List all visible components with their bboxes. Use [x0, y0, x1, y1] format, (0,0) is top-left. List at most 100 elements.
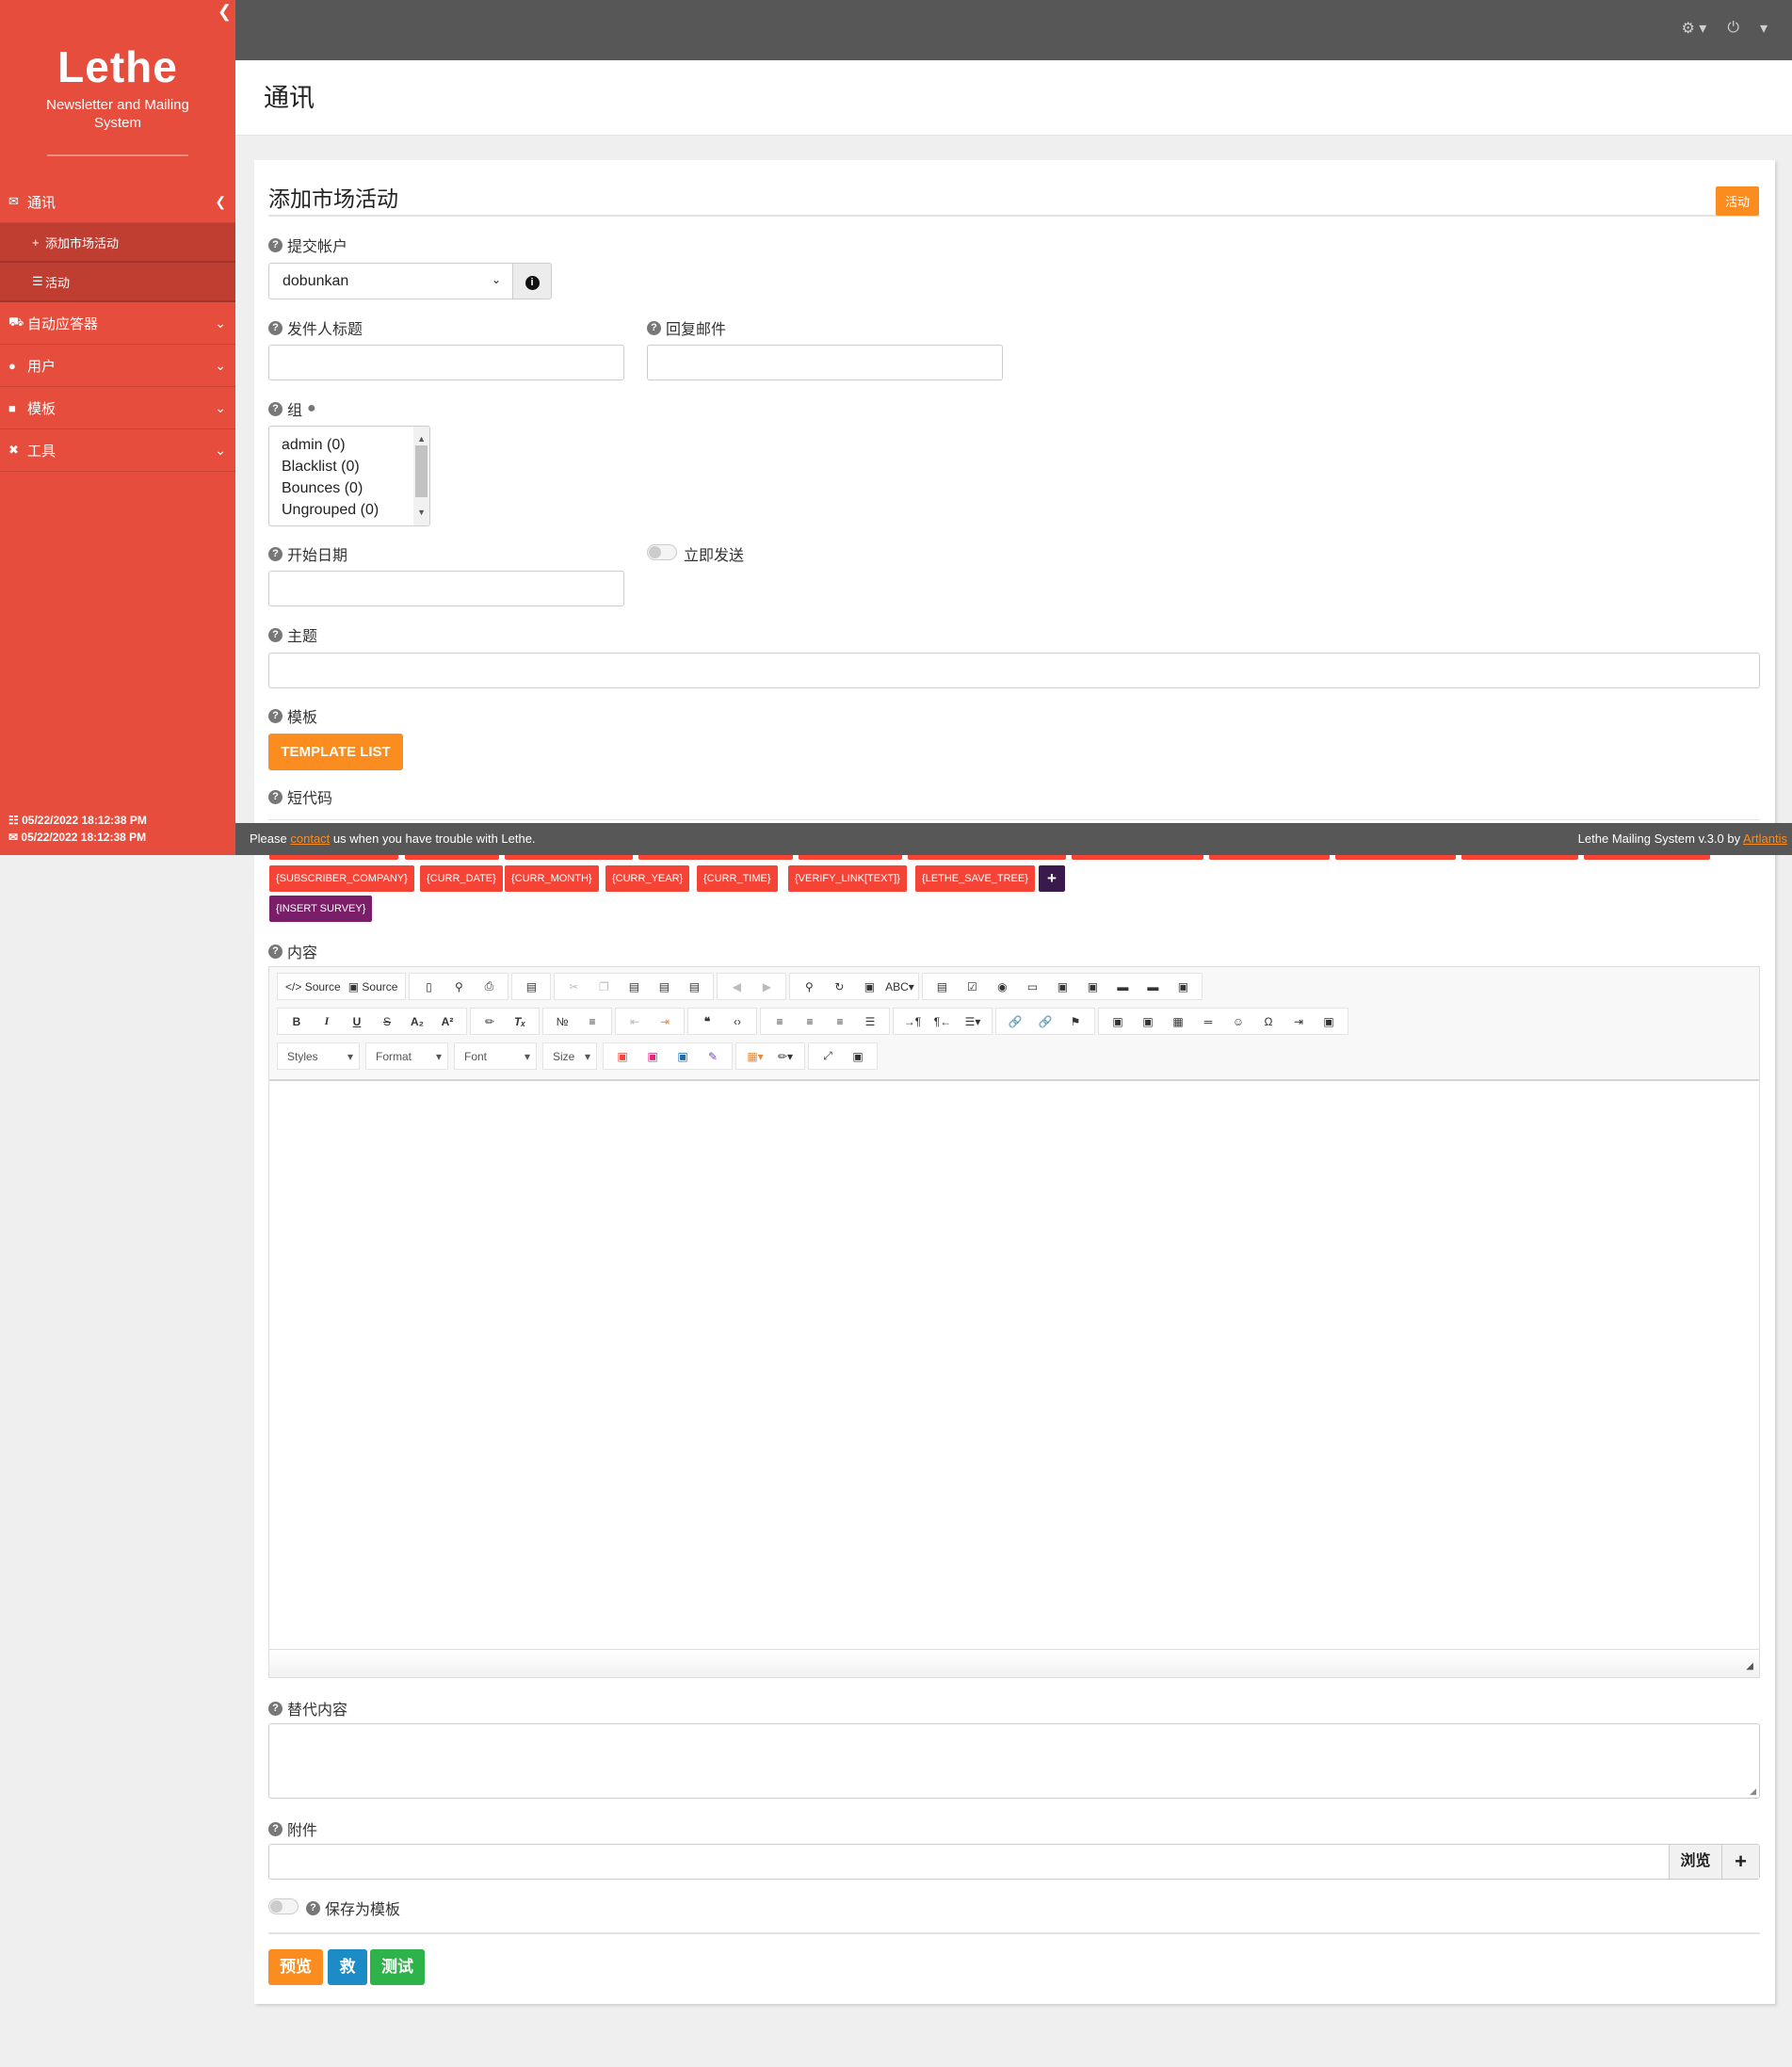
sidebar-item-autoresponder[interactable]: ⛟ 自动应答器 ⌄ — [0, 302, 235, 345]
radio-icon[interactable]: ◉ — [987, 980, 1017, 993]
undo-icon[interactable]: ◀ — [721, 980, 751, 993]
bold-icon[interactable]: B — [282, 1015, 312, 1028]
groups-listbox[interactable]: admin (0) Blacklist (0) Bounces (0) Ungr… — [268, 426, 430, 526]
iframe-icon[interactable]: ▣ — [1314, 1015, 1344, 1028]
font-dropdown[interactable]: Font ▾ — [454, 1042, 537, 1070]
preview-button[interactable]: 预览 — [268, 1949, 323, 1985]
select-all-icon[interactable]: ▣ — [854, 980, 884, 993]
align-left-icon[interactable]: ≡ — [765, 1015, 795, 1028]
sender-title-input[interactable] — [268, 345, 624, 380]
sidebar-item-campaigns[interactable]: ☰ 活动 — [0, 263, 235, 302]
group-option[interactable]: Ungrouped (0) — [282, 499, 429, 521]
shortcode-verify-link[interactable]: {VERIFY_LINK[TEXT]} — [788, 865, 907, 892]
anchor-flag-icon[interactable]: ⚑ — [1060, 1015, 1090, 1028]
rich-text-editor[interactable]: </> Source ▣ Source ▯ ⚲ ⎙ ▤ ✂ ❐ ▤ ▤ ▤ ◀ … — [268, 966, 1760, 1678]
shortcode-lethe-save-tree[interactable]: {LETHE_SAVE_TREE} — [915, 865, 1035, 892]
indent-icon[interactable]: ⇥ — [650, 1015, 680, 1028]
italic-icon[interactable]: I — [312, 1014, 342, 1028]
subscript-icon[interactable]: A₂ — [402, 1015, 432, 1028]
gear-icon[interactable]: ⚙ ▾ — [1681, 19, 1706, 38]
template-list-button[interactable]: TEMPLATE LIST — [268, 734, 403, 770]
media-icon[interactable]: ▣ — [638, 1050, 668, 1063]
paste-text-icon[interactable]: ▤ — [649, 980, 679, 993]
attachment-input[interactable]: 浏览 + — [268, 1844, 1760, 1880]
sidebar-item-add-campaign[interactable]: + 添加市场活动 — [0, 223, 235, 263]
numbered-list-icon[interactable]: № — [547, 1015, 577, 1028]
templates-icon[interactable]: ▤ — [516, 980, 546, 993]
smiley-icon[interactable]: ☺ — [1223, 1015, 1253, 1028]
source-dialog-button[interactable]: ▣ Source — [345, 980, 402, 993]
start-date-input[interactable] — [268, 571, 624, 606]
send-now-toggle[interactable] — [647, 544, 677, 560]
page-break-icon[interactable]: ⇥ — [1283, 1015, 1314, 1028]
text-color-icon[interactable]: ▦▾ — [740, 1050, 770, 1063]
textarea-resize-icon[interactable]: ◢ — [1750, 1786, 1756, 1797]
new-page-icon[interactable]: ▯ — [413, 980, 444, 993]
bg-color-icon[interactable]: ✏▾ — [770, 1050, 800, 1063]
contact-link[interactable]: contact — [290, 832, 330, 846]
cut-icon[interactable]: ✂ — [558, 980, 589, 993]
caret-down-icon[interactable]: ▾ — [1760, 19, 1768, 38]
replace-icon[interactable]: ↻ — [824, 980, 854, 993]
size-dropdown[interactable]: Size ▾ — [542, 1042, 597, 1070]
test-button[interactable]: 测试 — [370, 1949, 425, 1985]
hidden-field-icon[interactable]: ▣ — [1168, 980, 1198, 993]
save-as-template-toggle[interactable] — [268, 1898, 299, 1914]
underline-icon[interactable]: U — [342, 1015, 372, 1028]
button-field-icon[interactable]: ▬ — [1107, 980, 1138, 993]
show-blocks-icon[interactable]: ▣ — [843, 1050, 873, 1063]
styles-dropdown[interactable]: Styles ▾ — [277, 1042, 360, 1070]
group-option[interactable]: admin (0) — [282, 434, 429, 456]
add-shortcode-button[interactable]: + — [1039, 865, 1065, 892]
copy-icon[interactable]: ❐ — [589, 980, 619, 993]
add-attachment-button[interactable]: + — [1721, 1845, 1759, 1879]
shortcode-curr-time[interactable]: {CURR_TIME} — [697, 865, 778, 892]
edit-box-icon[interactable]: ✎ — [698, 1050, 728, 1063]
find-icon[interactable]: ⚲ — [794, 980, 824, 993]
resize-handle-icon[interactable]: ◢ — [1746, 1661, 1753, 1671]
video-icon[interactable]: ▣ — [668, 1050, 698, 1063]
group-option[interactable]: Bounces (0) — [282, 477, 429, 499]
alt-content-textarea[interactable]: ◢ — [268, 1723, 1760, 1799]
shortcode-subscriber-company[interactable]: {SUBSCRIBER_COMPANY} — [269, 865, 414, 892]
table-icon[interactable]: ▦ — [1163, 1015, 1193, 1028]
preview-icon[interactable]: ⚲ — [444, 980, 474, 993]
align-center-icon[interactable]: ≡ — [795, 1015, 825, 1028]
link-icon[interactable]: 🔗 — [1000, 1015, 1030, 1028]
select-field-icon[interactable]: ▣ — [1077, 980, 1107, 993]
bulleted-list-icon[interactable]: ≡ — [577, 1015, 607, 1028]
browse-button[interactable]: 浏览 — [1669, 1845, 1721, 1879]
spellcheck-icon[interactable]: ABC▾ — [884, 980, 914, 993]
subject-input[interactable] — [268, 653, 1760, 688]
image-button-icon[interactable]: ▬ — [1138, 980, 1168, 993]
flash-icon[interactable]: ▣ — [1133, 1015, 1163, 1028]
image-icon[interactable]: ▣ — [1103, 1015, 1133, 1028]
redo-icon[interactable]: ▶ — [751, 980, 782, 993]
code-icon[interactable]: ‹› — [722, 1015, 752, 1028]
print-icon[interactable]: ⎙ — [474, 979, 504, 993]
textfield-icon[interactable]: ▭ — [1017, 980, 1047, 993]
remove-format-icon[interactable]: Tₓ — [505, 1015, 535, 1028]
scroll-down-icon[interactable]: ▼ — [417, 502, 426, 524]
special-char-icon[interactable]: Ω — [1253, 1015, 1283, 1028]
sidebar-item-newsletter[interactable]: ✉ 通讯 ❮ — [0, 181, 235, 223]
power-icon[interactable]: ⏻ — [1727, 20, 1739, 37]
horizontal-rule-icon[interactable]: ═ — [1193, 1015, 1223, 1028]
sidebar-item-templates[interactable]: ■ 模板 ⌄ — [0, 387, 235, 429]
superscript-icon[interactable]: A² — [432, 1015, 462, 1028]
checkbox-icon[interactable]: ☑ — [957, 980, 987, 993]
group-option[interactable]: Blacklist (0) — [282, 456, 429, 477]
listbox-scroll-thumb[interactable] — [415, 445, 428, 497]
shortcode-curr-month[interactable]: {CURR_MONTH} — [505, 865, 599, 892]
shortcode-curr-date[interactable]: {CURR_DATE} — [420, 865, 503, 892]
shortcode-insert-survey[interactable]: {INSERT SURVEY} — [269, 896, 373, 922]
rtl-icon[interactable]: ¶← — [928, 1015, 958, 1028]
shortcode-curr-year[interactable]: {CURR_YEAR} — [605, 865, 690, 892]
format-dropdown[interactable]: Format ▾ — [365, 1042, 448, 1070]
paste-word-icon[interactable]: ▤ — [679, 980, 709, 993]
maximize-icon[interactable]: ⤢ — [813, 1049, 843, 1063]
sidebar-item-users[interactable]: ● 用户 ⌄ — [0, 345, 235, 387]
justify-icon[interactable]: ☰ — [855, 1015, 885, 1028]
scroll-up-icon[interactable]: ▲ — [417, 428, 426, 450]
artlantis-link[interactable]: Artlantis — [1743, 832, 1787, 846]
